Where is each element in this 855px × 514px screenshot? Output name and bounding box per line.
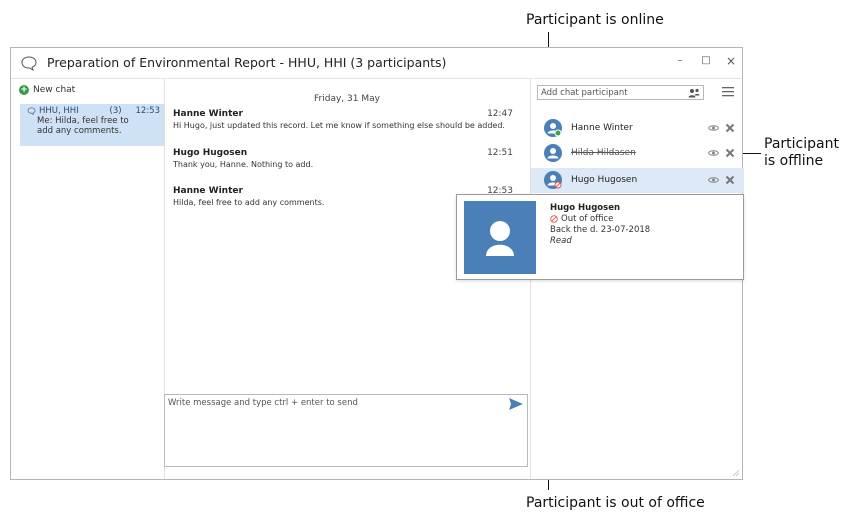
message-time: 12:51 — [487, 148, 513, 158]
message-text: Thank you, Hanne. Nothing to add. — [173, 160, 314, 169]
chat-bubble-icon — [21, 56, 37, 71]
callout-offline-line1: Participant — [764, 136, 839, 152]
tooltip-status-text: Out of office — [561, 214, 614, 224]
new-chat-button[interactable]: + New chat — [19, 85, 75, 95]
avatar-icon — [544, 144, 562, 162]
message-text: Hi Hugo, just updated this record. Let m… — [173, 121, 505, 130]
send-icon[interactable] — [509, 398, 523, 410]
profile-photo — [464, 201, 536, 274]
avatar-icon — [544, 119, 562, 137]
callout-offline-line2: is offline — [764, 153, 824, 169]
chat-item-count: (3) — [109, 106, 122, 116]
compose-box — [164, 394, 528, 467]
title-bar: Preparation of Environmental Report - HH… — [11, 48, 742, 79]
participant-row-offline[interactable]: Hilda Hildasen — [531, 141, 744, 166]
message-input[interactable] — [168, 398, 498, 458]
chat-item-time: 12:53 — [135, 106, 161, 116]
callout-online: Participant is online — [526, 12, 664, 28]
chat-item-preview: Me: Hilda, feel free to add any comments… — [37, 116, 129, 136]
participant-name: Hugo Hugosen — [571, 175, 638, 185]
date-header: Friday, 31 May — [314, 94, 380, 104]
eye-icon[interactable] — [708, 124, 719, 132]
tooltip-name: Hugo Hugosen — [550, 203, 621, 213]
avatar-icon — [544, 171, 562, 189]
participant-tooltip: Hugo Hugosen Out of office Back the d. 2… — [456, 194, 744, 280]
plus-icon: + — [19, 85, 29, 95]
out-of-office-icon — [550, 215, 558, 223]
maximize-button[interactable]: □ — [699, 54, 713, 68]
remove-icon[interactable] — [725, 148, 735, 158]
tooltip-read-status: Read — [550, 236, 572, 246]
participant-row-online[interactable]: Hanne Winter — [531, 116, 744, 141]
remove-icon[interactable] — [725, 175, 735, 185]
message-sender: Hanne Winter — [173, 186, 243, 196]
add-participant-input[interactable] — [537, 85, 704, 100]
resize-grip-icon[interactable] — [732, 469, 740, 477]
message: Hanne Winter 12:47 Hi Hugo, just updated… — [173, 109, 513, 130]
menu-icon[interactable] — [722, 86, 734, 97]
remove-icon[interactable] — [725, 123, 735, 133]
person-icon — [486, 221, 514, 256]
message-sender: Hugo Hugosen — [173, 148, 248, 158]
eye-icon[interactable] — [708, 176, 719, 184]
callout-offline: Participant is offline — [764, 136, 839, 170]
tooltip-back-date: Back the d. 23-07-2018 — [550, 225, 651, 235]
message-time: 12:47 — [487, 109, 513, 119]
new-chat-label: New chat — [33, 85, 76, 95]
close-button[interactable]: × — [724, 54, 738, 68]
tooltip-status: Out of office — [550, 214, 613, 224]
chat-list-item[interactable]: HHU, HHI (3) 12:53 Me: Hilda, feel free … — [20, 104, 164, 146]
chat-list-pane: + New chat HHU, HHI (3) 12:53 Me: Hilda,… — [11, 79, 165, 479]
window-title: Preparation of Environmental Report - HH… — [47, 55, 447, 70]
callout-out-of-office: Participant is out of office — [526, 495, 705, 511]
eye-icon[interactable] — [708, 149, 719, 157]
chat-bubble-icon — [27, 107, 36, 115]
add-person-icon[interactable] — [688, 88, 700, 98]
participant-row-out-of-office[interactable]: Hugo Hugosen — [531, 168, 744, 193]
minimize-button[interactable]: – — [673, 54, 687, 68]
message-sender: Hanne Winter — [173, 109, 243, 119]
message: Hugo Hugosen 12:51 Thank you, Hanne. Not… — [173, 148, 513, 169]
chat-item-name: HHU, HHI — [39, 106, 79, 116]
participant-name: Hilda Hildasen — [571, 148, 636, 158]
participant-name: Hanne Winter — [571, 123, 633, 133]
